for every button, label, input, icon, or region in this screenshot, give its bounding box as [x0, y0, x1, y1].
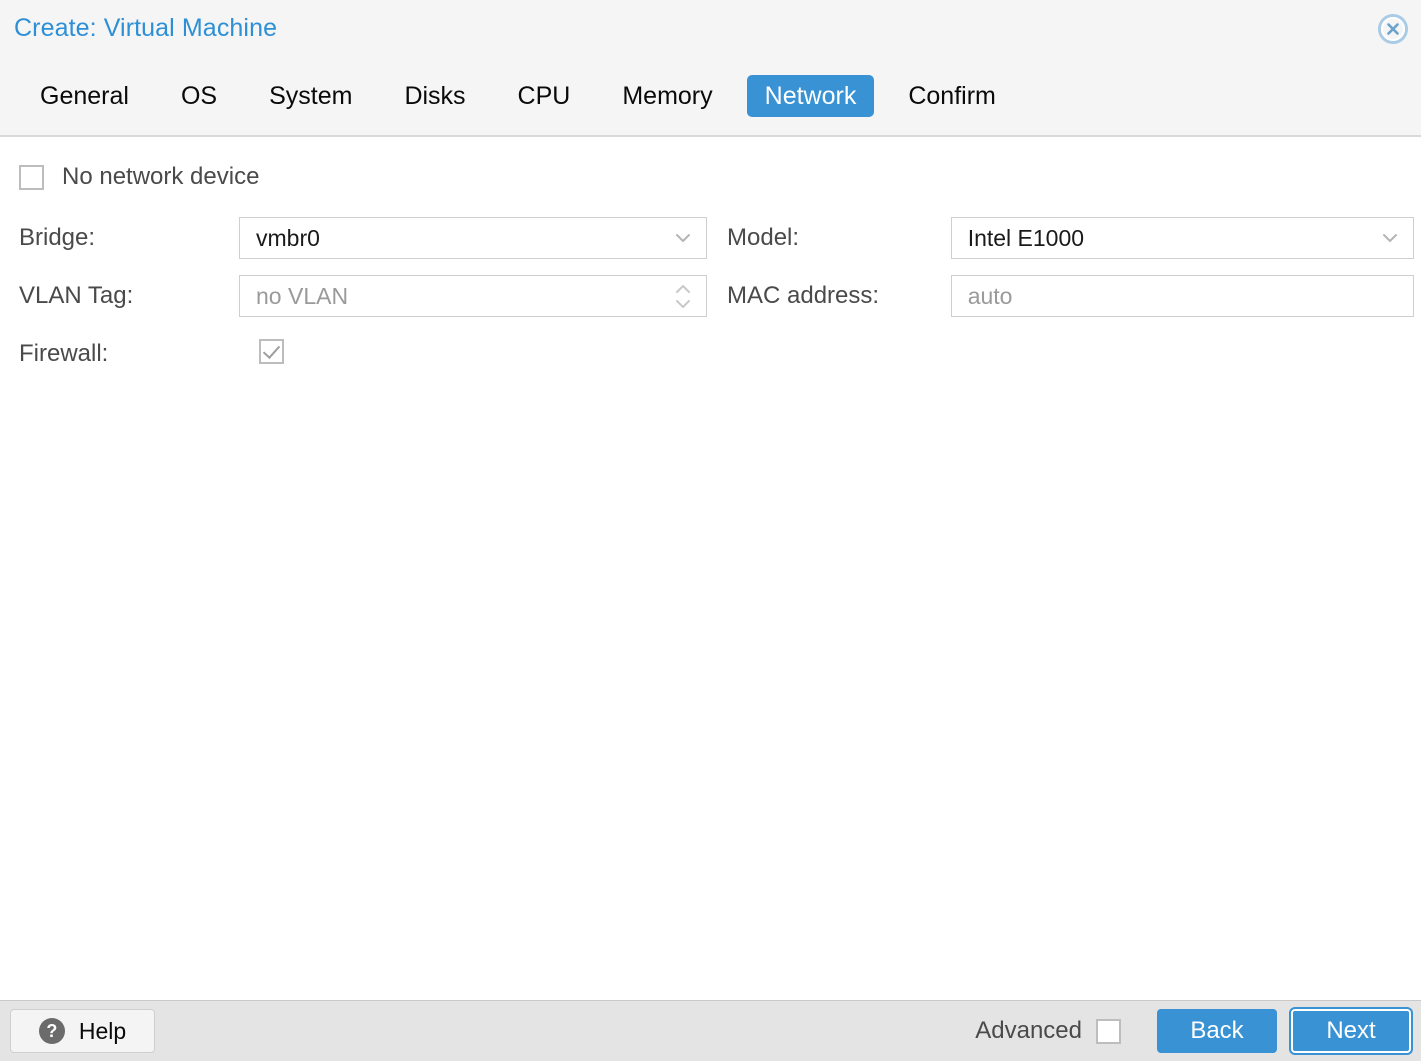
model-label: Model:	[727, 224, 800, 251]
chevron-down-icon[interactable]	[1377, 218, 1403, 258]
form-columns: Bridge: vmbr0 VLAN Tag: no VLAN Firewall…	[0, 199, 1421, 383]
firewall-checkbox-wrap	[239, 339, 284, 369]
firewall-checkbox[interactable]	[259, 339, 284, 364]
close-icon[interactable]	[1376, 12, 1410, 46]
form-column-right: Model: Intel E1000 MAC address: auto	[714, 209, 1414, 383]
chevron-down-icon[interactable]	[670, 218, 696, 258]
question-mark-icon: ?	[38, 1018, 65, 1044]
help-button-label: Help	[78, 1017, 127, 1044]
mac-address-label: MAC address:	[727, 282, 880, 309]
model-select[interactable]: Intel E1000	[950, 217, 1414, 259]
dialog-title: Create: Virtual Machine	[14, 14, 278, 42]
no-network-device-label: No network device	[62, 163, 260, 190]
no-network-device-checkbox[interactable]	[19, 164, 44, 190]
model-value: Intel E1000	[967, 224, 1085, 251]
wizard-tabbar: General OS System Disks CPU Memory Netwo…	[0, 57, 1421, 137]
tab-disks[interactable]: Disks	[386, 75, 483, 118]
tab-system[interactable]: System	[251, 75, 370, 118]
bridge-value: vmbr0	[256, 224, 320, 251]
advanced-toggle[interactable]: Advanced	[975, 1017, 1121, 1045]
bridge-select[interactable]: vmbr0	[239, 217, 707, 259]
no-network-device-row: No network device	[0, 155, 1421, 199]
next-button[interactable]: Next	[1289, 1007, 1413, 1055]
bridge-label: Bridge:	[19, 224, 96, 251]
dialog-footer: ? Help Advanced Back Next	[0, 1000, 1421, 1061]
tab-confirm[interactable]: Confirm	[890, 75, 1014, 118]
advanced-label: Advanced	[975, 1017, 1082, 1044]
firewall-label: Firewall:	[19, 340, 109, 367]
form-column-left: Bridge: vmbr0 VLAN Tag: no VLAN Firewall…	[0, 209, 714, 383]
tab-cpu[interactable]: CPU	[500, 75, 589, 118]
vlan-tag-label: VLAN Tag:	[19, 282, 134, 309]
tab-os[interactable]: OS	[163, 75, 235, 118]
back-button[interactable]: Back	[1157, 1009, 1277, 1053]
firewall-row: Firewall:	[19, 325, 714, 383]
tab-general[interactable]: General	[22, 75, 147, 118]
mac-address-row: MAC address: auto	[727, 267, 1414, 325]
vlan-tag-value: no VLAN	[256, 282, 349, 309]
bridge-row: Bridge: vmbr0	[19, 209, 714, 267]
dialog-header: Create: Virtual Machine	[0, 0, 1421, 57]
model-row: Model: Intel E1000	[727, 209, 1414, 267]
vlan-tag-input[interactable]: no VLAN	[239, 275, 707, 317]
advanced-checkbox[interactable]	[1096, 1018, 1121, 1044]
tab-network[interactable]: Network	[746, 74, 875, 118]
tab-memory[interactable]: Memory	[604, 75, 730, 118]
spinner-updown-icon[interactable]	[672, 276, 694, 316]
help-button[interactable]: ? Help	[10, 1009, 155, 1053]
dialog-body: No network device Bridge: vmbr0 VLAN Tag…	[0, 137, 1421, 1000]
mac-address-input[interactable]: auto	[950, 275, 1414, 317]
mac-address-value: auto	[967, 282, 1013, 309]
create-virtual-machine-dialog: Create: Virtual Machine General OS Syste…	[0, 0, 1421, 1061]
vlan-tag-row: VLAN Tag: no VLAN	[19, 267, 714, 325]
